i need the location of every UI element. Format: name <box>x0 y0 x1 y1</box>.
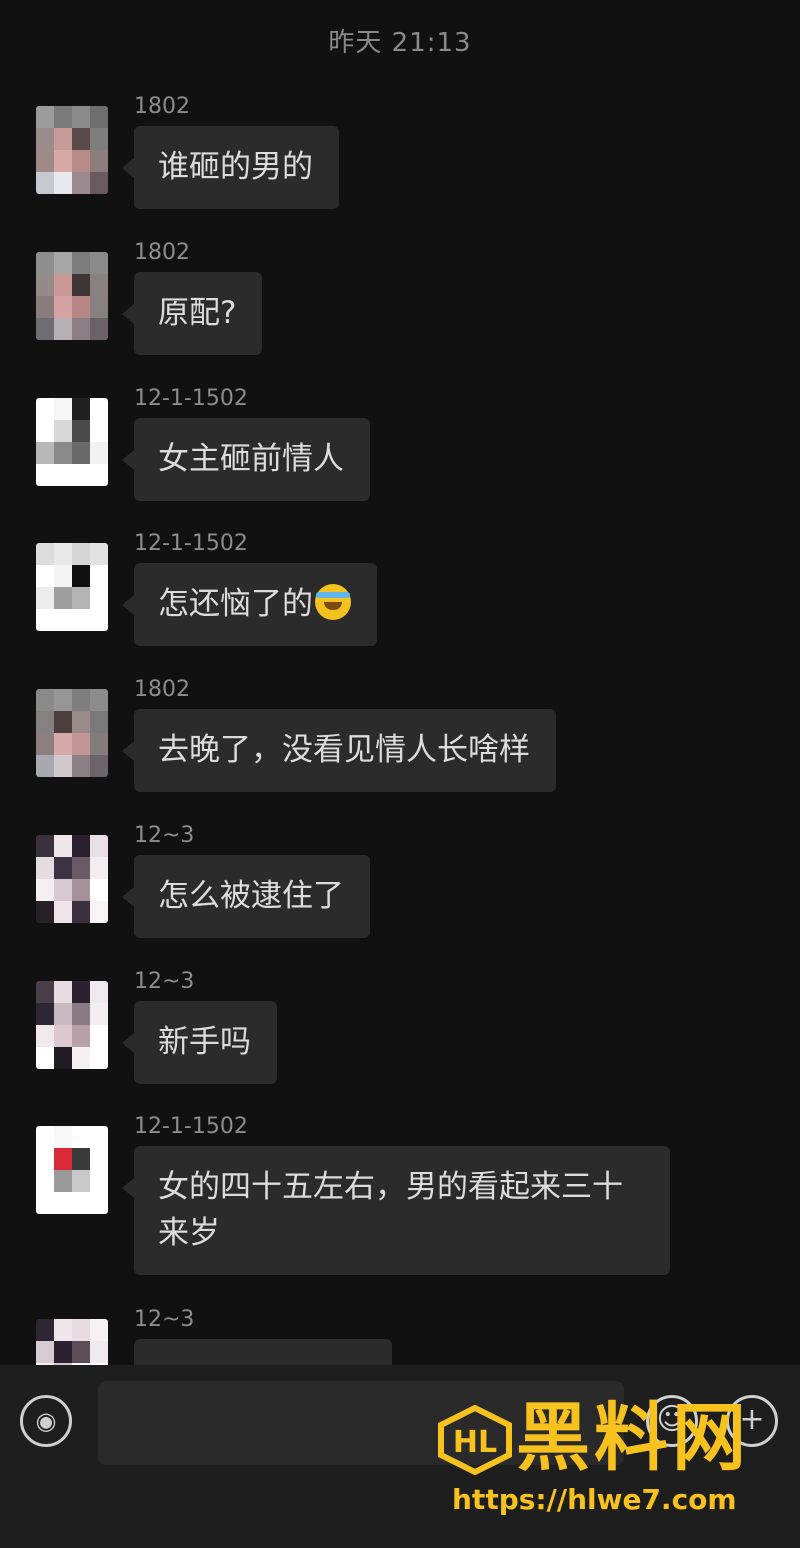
avatar[interactable] <box>36 835 108 923</box>
sender-name: 1802 <box>134 677 190 702</box>
laughing-crying-emoji-icon <box>315 584 351 620</box>
sender-name: 1802 <box>134 94 190 119</box>
sender-name: 12-1-1502 <box>134 531 248 556</box>
sender-name: 12-1-1502 <box>134 1114 248 1139</box>
message-bubble[interactable]: 女的四十五左右，男的看起来三十来岁 <box>122 1146 670 1275</box>
avatar[interactable] <box>36 1319 108 1365</box>
watermark-title: 黑料网 <box>516 1395 750 1481</box>
message-bubble[interactable]: 原配? <box>121 272 263 355</box>
avatar[interactable] <box>36 252 108 340</box>
sender-name: 1802 <box>134 240 190 265</box>
message-bubble[interactable]: 去晚了，没看见情人长啥样 <box>122 709 556 792</box>
avatar[interactable] <box>36 1126 108 1214</box>
svg-text:HL: HL <box>453 1425 497 1460</box>
avatar[interactable] <box>36 106 108 194</box>
chat-message-list[interactable]: 1802 谁砸的男的 1802 原配? 12-1-1502 女主砸前情人 12-… <box>0 0 800 1365</box>
watermark-url: https://hlwe7.com <box>452 1483 737 1516</box>
sender-name: 12~3 <box>134 1307 195 1332</box>
avatar[interactable] <box>36 398 108 486</box>
avatar[interactable] <box>36 543 108 631</box>
avatar[interactable] <box>36 981 108 1069</box>
message-bubble[interactable]: 女主砸前情人 <box>122 418 370 501</box>
message-bubble[interactable]: 新手吗 <box>122 1001 277 1084</box>
message-text: 怎还恼了的 <box>158 586 313 622</box>
message-bubble[interactable] <box>134 1339 392 1365</box>
message-bubble[interactable]: 怎还恼了的 <box>122 563 377 646</box>
message-bubble[interactable]: 谁砸的男的 <box>122 126 339 209</box>
sender-name: 12~3 <box>134 969 195 994</box>
voice-icon[interactable]: ◉ <box>20 1395 72 1447</box>
avatar[interactable] <box>36 689 108 777</box>
sender-name: 12~3 <box>134 823 195 848</box>
watermark-logo-icon: HL <box>438 1405 512 1475</box>
sender-name: 12-1-1502 <box>134 386 248 411</box>
message-bubble[interactable]: 怎么被逮住了 <box>122 855 370 938</box>
